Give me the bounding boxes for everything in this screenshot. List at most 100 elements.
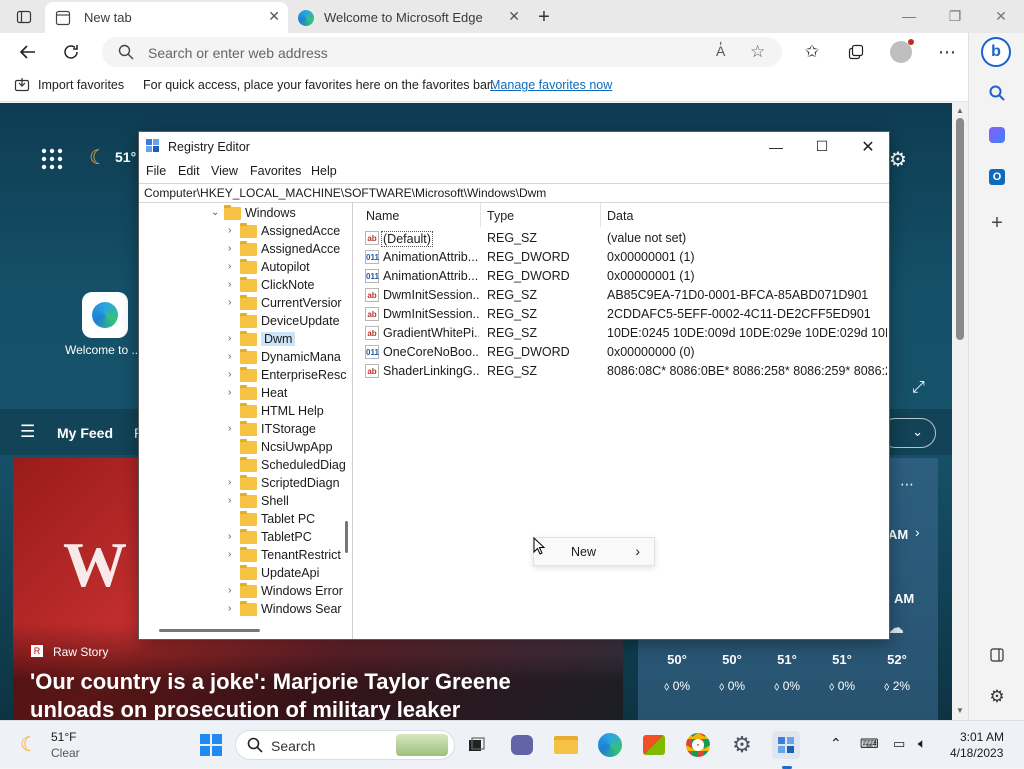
tree-item[interactable]: › Shell <box>139 493 339 511</box>
registry-editor-taskbar-icon[interactable] <box>772 731 800 759</box>
column-divider[interactable] <box>480 203 481 227</box>
value-row[interactable]: ab (Default) REG_SZ (value not set) <box>357 229 889 248</box>
expand-arrow-icon[interactable]: › <box>228 243 238 254</box>
chrome-icon[interactable] <box>684 731 712 759</box>
column-header-data[interactable]: Data <box>607 209 633 223</box>
taskbar-weather-desc[interactable]: Clear <box>51 746 80 760</box>
sidebar-settings-icon[interactable]: ⚙ <box>983 683 1011 711</box>
edge-browser-icon[interactable] <box>596 731 624 759</box>
outlook-icon[interactable]: O <box>983 163 1011 191</box>
collapse-arrow-icon[interactable]: ⌄ <box>211 207 221 218</box>
feed-tab-my-feed[interactable]: My Feed <box>57 425 113 441</box>
close-window-button[interactable]: ✕ <box>978 4 1024 28</box>
tree-horizontal-scroll-thumb[interactable] <box>159 629 260 632</box>
column-header-type[interactable]: Type <box>487 209 514 223</box>
scroll-down-icon[interactable]: ▼ <box>956 706 964 715</box>
welcome-tile[interactable] <box>82 292 128 338</box>
tree-item[interactable]: › EnterpriseResc <box>139 367 346 385</box>
tab-welcome-edge[interactable]: Welcome to Microsoft Edge ✕ <box>288 2 528 33</box>
expand-arrow-icon[interactable]: › <box>228 279 238 290</box>
tree-item[interactable]: › TabletPC <box>139 529 339 547</box>
tree-item[interactable]: › ClickNote <box>139 277 339 295</box>
close-tab-icon[interactable]: ✕ <box>508 8 520 25</box>
hide-sidebar-icon[interactable] <box>983 641 1011 669</box>
registry-tree[interactable]: ⌄ Windows › AssignedAcce › AssignedAcce › Aut… <box>139 203 353 639</box>
add-sidebar-app-icon[interactable]: + <box>983 209 1011 237</box>
expand-arrow-icon[interactable]: › <box>228 423 238 434</box>
tree-item[interactable]: › AssignedAcce <box>139 223 340 241</box>
expand-arrow-icon[interactable]: › <box>228 333 238 344</box>
tree-item[interactable]: ScheduledDiag <box>139 457 346 475</box>
expand-arrow-icon[interactable]: › <box>228 351 238 362</box>
taskbar-search[interactable]: Search <box>235 730 455 760</box>
page-settings-icon[interactable]: ⚙ <box>889 147 907 172</box>
regedit-maximize-button[interactable]: ☐ <box>799 132 845 161</box>
back-arrow-icon[interactable] <box>15 39 41 65</box>
profile-avatar[interactable] <box>888 39 914 65</box>
keyboard-icon[interactable]: ⌨ <box>860 736 879 752</box>
regedit-minimize-button[interactable]: — <box>753 132 799 161</box>
menu-help[interactable]: Help <box>311 164 337 178</box>
tree-item[interactable]: › ITStorage <box>139 421 339 439</box>
regedit-close-button[interactable]: ✕ <box>845 132 891 161</box>
read-aloud-icon[interactable]: A̓ <box>716 43 725 59</box>
manage-favorites-link[interactable]: Manage favorites now <box>490 78 612 92</box>
page-scrollbar[interactable]: ▲ ▼ <box>952 103 968 720</box>
expand-arrow-icon[interactable]: › <box>228 369 238 380</box>
store-icon[interactable] <box>640 731 668 759</box>
column-header-name[interactable]: Name <box>366 209 399 223</box>
search-icon[interactable] <box>983 79 1011 107</box>
expand-arrow-icon[interactable]: › <box>228 531 238 542</box>
value-row[interactable]: 011 AnimationAttrib... REG_DWORD 0x00000001… <box>357 267 889 286</box>
column-divider[interactable] <box>600 203 601 227</box>
tree-item[interactable]: › Autopilot <box>139 259 339 277</box>
new-tab-button[interactable]: + <box>532 5 556 29</box>
restore-button[interactable]: ❐ <box>932 4 978 28</box>
tree-item[interactable]: HTML Help <box>139 403 339 421</box>
scroll-thumb[interactable] <box>956 118 964 340</box>
expand-arrow-icon[interactable]: › <box>228 549 238 560</box>
scroll-up-icon[interactable]: ▲ <box>956 106 964 115</box>
tree-item-windows[interactable]: ⌄ Windows <box>139 205 339 223</box>
apps-grid-icon[interactable] <box>41 148 63 170</box>
refresh-icon[interactable] <box>58 39 84 65</box>
expand-arrow-icon[interactable]: › <box>228 495 238 506</box>
tree-item[interactable]: Tablet PC <box>139 511 339 529</box>
favorites-icon[interactable]: ✩ <box>799 39 825 65</box>
tree-vertical-scrollbar[interactable] <box>342 203 352 623</box>
tree-item[interactable]: › TenantRestrict <box>139 547 341 565</box>
story-headline-line2[interactable]: unloads on prosecution of military leake… <box>30 697 460 720</box>
tree-item[interactable]: NcsiUwpApp <box>139 439 339 457</box>
tree-item[interactable]: › DynamicMana <box>139 349 341 367</box>
expand-arrow-icon[interactable]: › <box>228 387 238 398</box>
value-row[interactable]: 011 OneCoreNoBoo... REG_DWORD 0x00000000 (0… <box>357 343 889 362</box>
menu-edit[interactable]: Edit <box>178 164 200 178</box>
tree-item[interactable]: DeviceUpdate <box>139 313 340 331</box>
tab-actions-icon[interactable] <box>12 5 36 29</box>
value-row[interactable]: ab DwmInitSession... REG_SZ 2CDDAFC5-5EFF-0… <box>357 305 889 324</box>
file-explorer-icon[interactable] <box>552 731 580 759</box>
clock-date[interactable]: 4/18/2023 <box>950 746 1003 760</box>
expand-arrow-icon[interactable]: › <box>228 225 238 236</box>
collections-icon[interactable] <box>843 39 869 65</box>
chat-icon[interactable] <box>508 731 536 759</box>
regedit-address-bar[interactable]: Computer\HKEY_LOCAL_MACHINE\SOFTWARE\Mic… <box>139 183 889 203</box>
tree-item[interactable]: › ScriptedDiagn <box>139 475 340 493</box>
add-favorite-icon[interactable]: ☆ <box>750 42 765 62</box>
tree-scroll-thumb[interactable] <box>345 521 348 553</box>
context-menu-new[interactable]: New <box>571 545 596 559</box>
menu-icon[interactable]: ☰ <box>20 422 35 442</box>
value-row[interactable]: ab GradientWhitePi... REG_SZ 10DE:0245 10DE… <box>357 324 889 343</box>
clock-time[interactable]: 3:01 AM <box>960 730 1004 744</box>
expand-arrow-icon[interactable]: › <box>228 297 238 308</box>
tab-new-tab[interactable]: New tab ✕ <box>45 2 288 33</box>
value-row[interactable]: ab ShaderLinkingG... REG_SZ 8086:08C* 8086:… <box>357 362 889 381</box>
minimize-button[interactable]: — <box>886 4 932 28</box>
taskbar-weather-temp[interactable]: 51°F <box>51 730 76 744</box>
menu-file[interactable]: File <box>146 164 166 178</box>
more-options-icon[interactable]: ⋯ <box>900 476 914 493</box>
expand-arrow-icon[interactable]: › <box>228 603 238 614</box>
network-icon[interactable]: ▭ <box>893 736 905 752</box>
menu-view[interactable]: View <box>211 164 238 178</box>
expand-arrow-icon[interactable]: › <box>228 261 238 272</box>
